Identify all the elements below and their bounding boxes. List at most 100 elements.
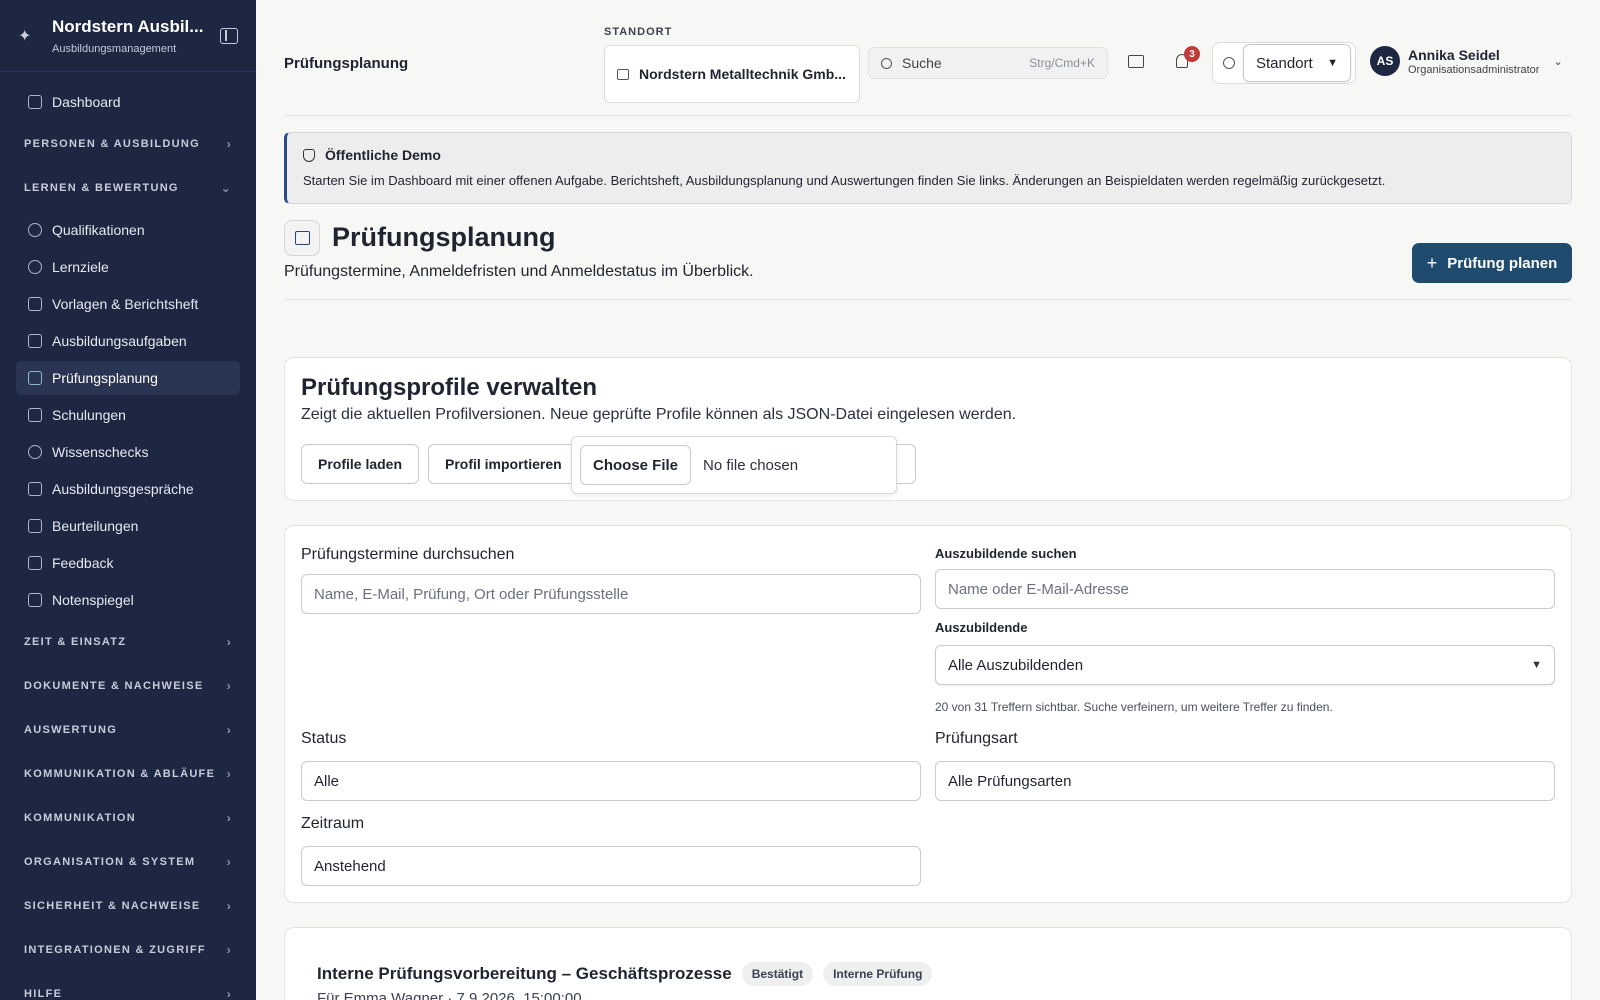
topbar-divider [284, 115, 1572, 116]
page-icon [284, 220, 320, 256]
message-icon [28, 482, 42, 496]
sidebar-section-personen[interactable]: PERSONEN & AUSBILDUNG › [16, 122, 240, 166]
brand: ✦ Nordstern Ausbil... Ausbildungsmanagem… [0, 0, 256, 72]
chevron-right-icon: › [226, 987, 232, 1000]
page-subtitle: Prüfungstermine, Anmeldefristen und Anme… [284, 263, 754, 280]
sidebar-section-lernen[interactable]: LERNEN & BEWERTUNG ⌄ [16, 166, 240, 210]
exam-search-input[interactable]: Name, E-Mail, Prüfung, Ort oder Prüfungs… [301, 574, 921, 614]
brand-title: Nordstern Ausbil... [52, 16, 204, 36]
avatar: AS [1370, 46, 1400, 76]
sidebar-section-hilfe[interactable]: HILFE › [16, 972, 240, 1000]
banner-text: Starten Sie im Dashboard mit einer offen… [303, 173, 1386, 188]
checkbox-icon [28, 334, 42, 348]
message-icon[interactable] [1128, 55, 1144, 68]
trainee-label: Auszubildende [935, 620, 1028, 635]
sidebar-section-kommunikation[interactable]: KOMMUNIKATION › [16, 796, 240, 840]
notification-badge: 3 [1184, 46, 1200, 62]
header-divider [284, 299, 1572, 300]
exam-type-badge: Interne Prüfung [823, 962, 933, 986]
file-input[interactable]: Choose File No file chosen [571, 436, 897, 494]
chevron-right-icon: › [226, 855, 232, 869]
book-icon [28, 408, 42, 422]
plus-icon: + [1426, 252, 1438, 273]
sidebar-item-lernziele[interactable]: Lernziele [16, 250, 240, 284]
chevron-right-icon: › [226, 723, 232, 737]
file-status: No file chosen [703, 456, 799, 474]
palette-icon [1223, 57, 1235, 69]
sidebar-section-integrationen[interactable]: INTEGRATIONEN & ZUGRIFF › [16, 928, 240, 972]
banner-title: Öffentliche Demo [325, 147, 441, 163]
trainee-search-label: Auszubildende suchen [935, 546, 1077, 561]
sidebar-item-feedback[interactable]: Feedback [16, 546, 240, 580]
filters-card: Prüfungstermine durchsuchen Name, E-Mail… [284, 525, 1572, 903]
sidebar-item-dashboard[interactable]: Dashboard [16, 85, 240, 119]
sparkle-logo-icon: ✦ [18, 27, 32, 45]
sidebar-item-notenspiegel[interactable]: Notenspiegel [16, 583, 240, 617]
bar-chart-icon [28, 519, 42, 533]
chevron-down-icon: ▼ [1327, 57, 1338, 69]
shield-icon [303, 148, 315, 162]
period-label: Zeitraum [301, 815, 365, 832]
demo-banner: Öffentliche Demo Starten Sie im Dashboar… [284, 132, 1572, 204]
file-icon [28, 593, 42, 607]
building-icon [617, 68, 629, 80]
user-menu[interactable]: AS Annika Seidel Organisationsadministra… [1370, 46, 1563, 76]
search-icon [881, 57, 892, 69]
chevron-right-icon: › [226, 679, 232, 693]
sidebar-collapse-icon[interactable] [220, 27, 238, 44]
dashboard-icon [28, 95, 42, 109]
chat-bubble-icon [28, 556, 42, 570]
sidebar: ✦ Nordstern Ausbil... Ausbildungsmanagem… [0, 0, 256, 1000]
search-placeholder: Suche [902, 55, 942, 71]
calendar-check-icon [294, 231, 310, 245]
global-search[interactable]: Suche Strg/Cmd+K [868, 47, 1108, 79]
trainee-select[interactable]: Alle Auszubildenden ▼ [935, 645, 1555, 685]
sidebar-item-wissenschecks[interactable]: Wissenschecks [16, 435, 240, 469]
chevron-right-icon: › [226, 767, 232, 781]
sidebar-item-qualifikationen[interactable]: Qualifikationen [16, 213, 240, 247]
search-shortcut: Strg/Cmd+K [1029, 56, 1095, 70]
document-icon [28, 297, 42, 311]
sidebar-section-zeit[interactable]: ZEIT & EINSATZ › [16, 620, 240, 664]
exam-card[interactable]: Interne Prüfungsvorbereitung – Geschäfts… [284, 927, 1572, 1000]
chevron-down-icon: ⌄ [220, 181, 232, 195]
exam-type-label: Prüfungsart [935, 730, 1018, 747]
sidebar-item-pruefungsplanung[interactable]: Prüfungsplanung [16, 361, 240, 395]
sidebar-section-organisation[interactable]: ORGANISATION & SYSTEM › [16, 840, 240, 884]
chevron-right-icon: › [226, 635, 232, 649]
brand-subtitle: Ausbildungsmanagement [52, 42, 177, 55]
calendar-icon [28, 371, 42, 385]
trainee-search-input[interactable]: Name oder E-Mail-Adresse [935, 569, 1555, 609]
chevron-right-icon: › [226, 943, 232, 957]
profiles-subtitle: Zeigt die aktuellen Profilversionen. Neu… [301, 406, 1017, 423]
choose-file-button[interactable]: Choose File [580, 445, 692, 485]
standort-selector[interactable]: Nordstern Metalltechnik Gmb... [604, 45, 860, 103]
status-badge: Bestätigt [741, 962, 814, 986]
load-profiles-button[interactable]: Profile laden [301, 444, 419, 484]
chevron-right-icon: › [226, 811, 232, 825]
sidebar-item-beurteilungen[interactable]: Beurteilungen [16, 509, 240, 543]
plan-exam-button[interactable]: + Prüfung planen [1412, 243, 1572, 283]
status-label: Status [301, 730, 347, 747]
sidebar-section-sicherheit[interactable]: SICHERHEIT & NACHWEISE › [16, 884, 240, 928]
target-icon [28, 260, 42, 274]
standort-label: STANDORT [604, 26, 673, 38]
theme-select[interactable]: Standort ▼ [1243, 44, 1351, 82]
topbar-page-title: Prüfungsplanung [284, 55, 409, 72]
profiles-title: Prüfungsprofile verwalten [301, 374, 598, 401]
topbar: Prüfungsplanung STANDORT Nordstern Metal… [256, 0, 1600, 116]
sidebar-item-ausbildungsgespraeche[interactable]: Ausbildungsgespräche [16, 472, 240, 506]
exam-subtitle: Für Emma Wagner · 7.9.2026, 15:00:00 [317, 990, 582, 1000]
exam-title: Interne Prüfungsvorbereitung – Geschäfts… [317, 964, 732, 983]
award-icon [28, 223, 42, 237]
sidebar-item-schulungen[interactable]: Schulungen [16, 398, 240, 432]
sidebar-section-auswertung[interactable]: AUSWERTUNG › [16, 708, 240, 752]
status-select[interactable]: Alle [301, 761, 921, 801]
sidebar-item-ausbildungsaufgaben[interactable]: Ausbildungsaufgaben [16, 324, 240, 358]
sidebar-item-vorlagen[interactable]: Vorlagen & Berichtsheft [16, 287, 240, 321]
period-select[interactable]: Anstehend [301, 846, 921, 886]
exam-type-select[interactable]: Alle Prüfungsarten [935, 761, 1555, 801]
sidebar-section-dokumente[interactable]: DOKUMENTE & NACHWEISE › [16, 664, 240, 708]
sidebar-section-kommablaeufe[interactable]: KOMMUNIKATION & ABLÄUFE › [16, 752, 240, 796]
search-label: Prüfungstermine durchsuchen [301, 546, 515, 563]
